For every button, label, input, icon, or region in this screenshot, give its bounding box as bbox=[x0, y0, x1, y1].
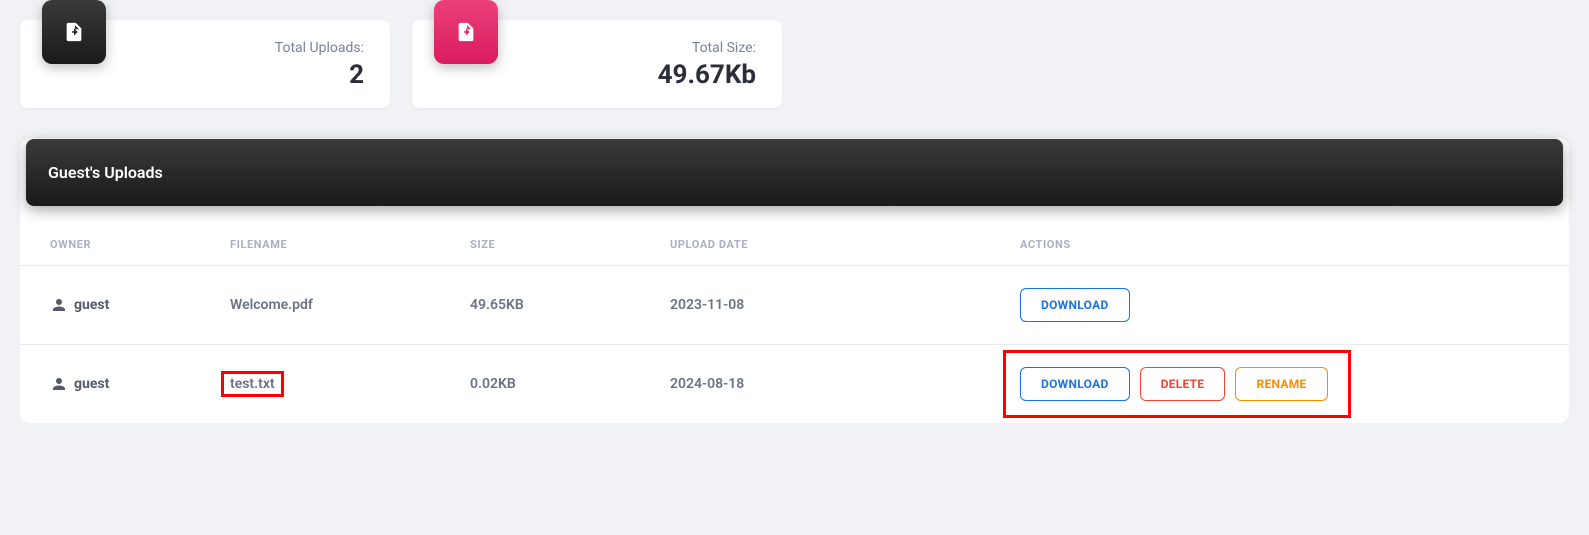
table-row: guest Welcome.pdf 49.65KB 2023-11-08 DOW… bbox=[20, 266, 1569, 345]
total-size-card: Total Size: 49.67Kb bbox=[412, 20, 782, 108]
rename-button[interactable]: RENAME bbox=[1235, 367, 1327, 401]
person-icon bbox=[50, 375, 68, 393]
filename: Welcome.pdf bbox=[230, 297, 313, 313]
table-row: guest test.txt 0.02KB 2024-08-18 DOWNLOA… bbox=[20, 345, 1569, 424]
highlight-marker: test.txt bbox=[221, 371, 284, 397]
header-actions: ACTIONS bbox=[1000, 214, 1569, 266]
size-cell: 49.65KB bbox=[450, 266, 650, 345]
highlight-marker: DOWNLOAD DELETE RENAME bbox=[1003, 350, 1351, 418]
total-uploads-value: 2 bbox=[46, 60, 364, 90]
panel-title: Guest's Uploads bbox=[26, 139, 1563, 206]
download-button[interactable]: DOWNLOAD bbox=[1020, 367, 1130, 401]
size-cell: 0.02KB bbox=[450, 345, 650, 424]
date-cell: 2023-11-08 bbox=[650, 266, 1000, 345]
actions-cell: DOWNLOAD DELETE RENAME bbox=[1020, 367, 1549, 401]
header-size: SIZE bbox=[450, 214, 650, 266]
header-filename: FILENAME bbox=[210, 214, 450, 266]
header-owner: OWNER bbox=[20, 214, 210, 266]
date-cell: 2024-08-18 bbox=[650, 345, 1000, 424]
total-size-value: 49.67Kb bbox=[438, 60, 756, 90]
filename: test.txt bbox=[230, 376, 275, 392]
upload-file-icon bbox=[434, 0, 498, 64]
total-uploads-card: Total Uploads: 2 bbox=[20, 20, 390, 108]
owner-name: guest bbox=[74, 376, 109, 392]
header-upload-date: UPLOAD DATE bbox=[650, 214, 1000, 266]
actions-cell: DOWNLOAD bbox=[1020, 288, 1549, 322]
delete-button[interactable]: DELETE bbox=[1140, 367, 1226, 401]
filename-cell: test.txt bbox=[210, 345, 450, 424]
owner-name: guest bbox=[74, 297, 109, 313]
stats-row: Total Uploads: 2 Total Size: 49.67Kb bbox=[20, 20, 1569, 108]
uploads-panel: Guest's Uploads OWNER FILENAME SIZE UPLO… bbox=[20, 138, 1569, 423]
person-icon bbox=[50, 296, 68, 314]
filename-cell: Welcome.pdf bbox=[210, 266, 450, 345]
upload-file-icon bbox=[42, 0, 106, 64]
uploads-table: OWNER FILENAME SIZE UPLOAD DATE ACTIONS … bbox=[20, 214, 1569, 423]
download-button[interactable]: DOWNLOAD bbox=[1020, 288, 1130, 322]
